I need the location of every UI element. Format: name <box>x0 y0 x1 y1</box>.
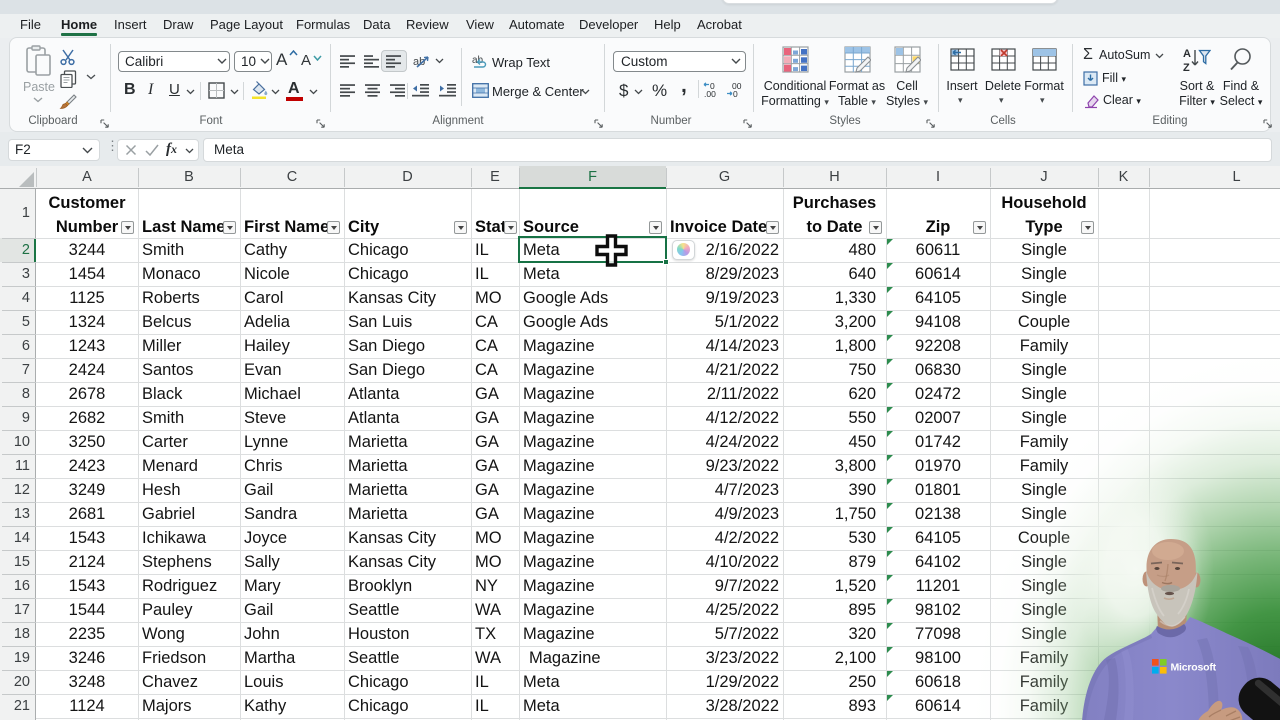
svg-text:ab: ab <box>472 55 484 66</box>
svg-text:.00: .00 <box>704 89 716 98</box>
svg-text:Z: Z <box>1183 62 1190 73</box>
svg-text:A: A <box>1183 48 1191 60</box>
svg-text:0: 0 <box>733 89 738 98</box>
svg-text:Microsoft: Microsoft <box>1171 662 1217 674</box>
